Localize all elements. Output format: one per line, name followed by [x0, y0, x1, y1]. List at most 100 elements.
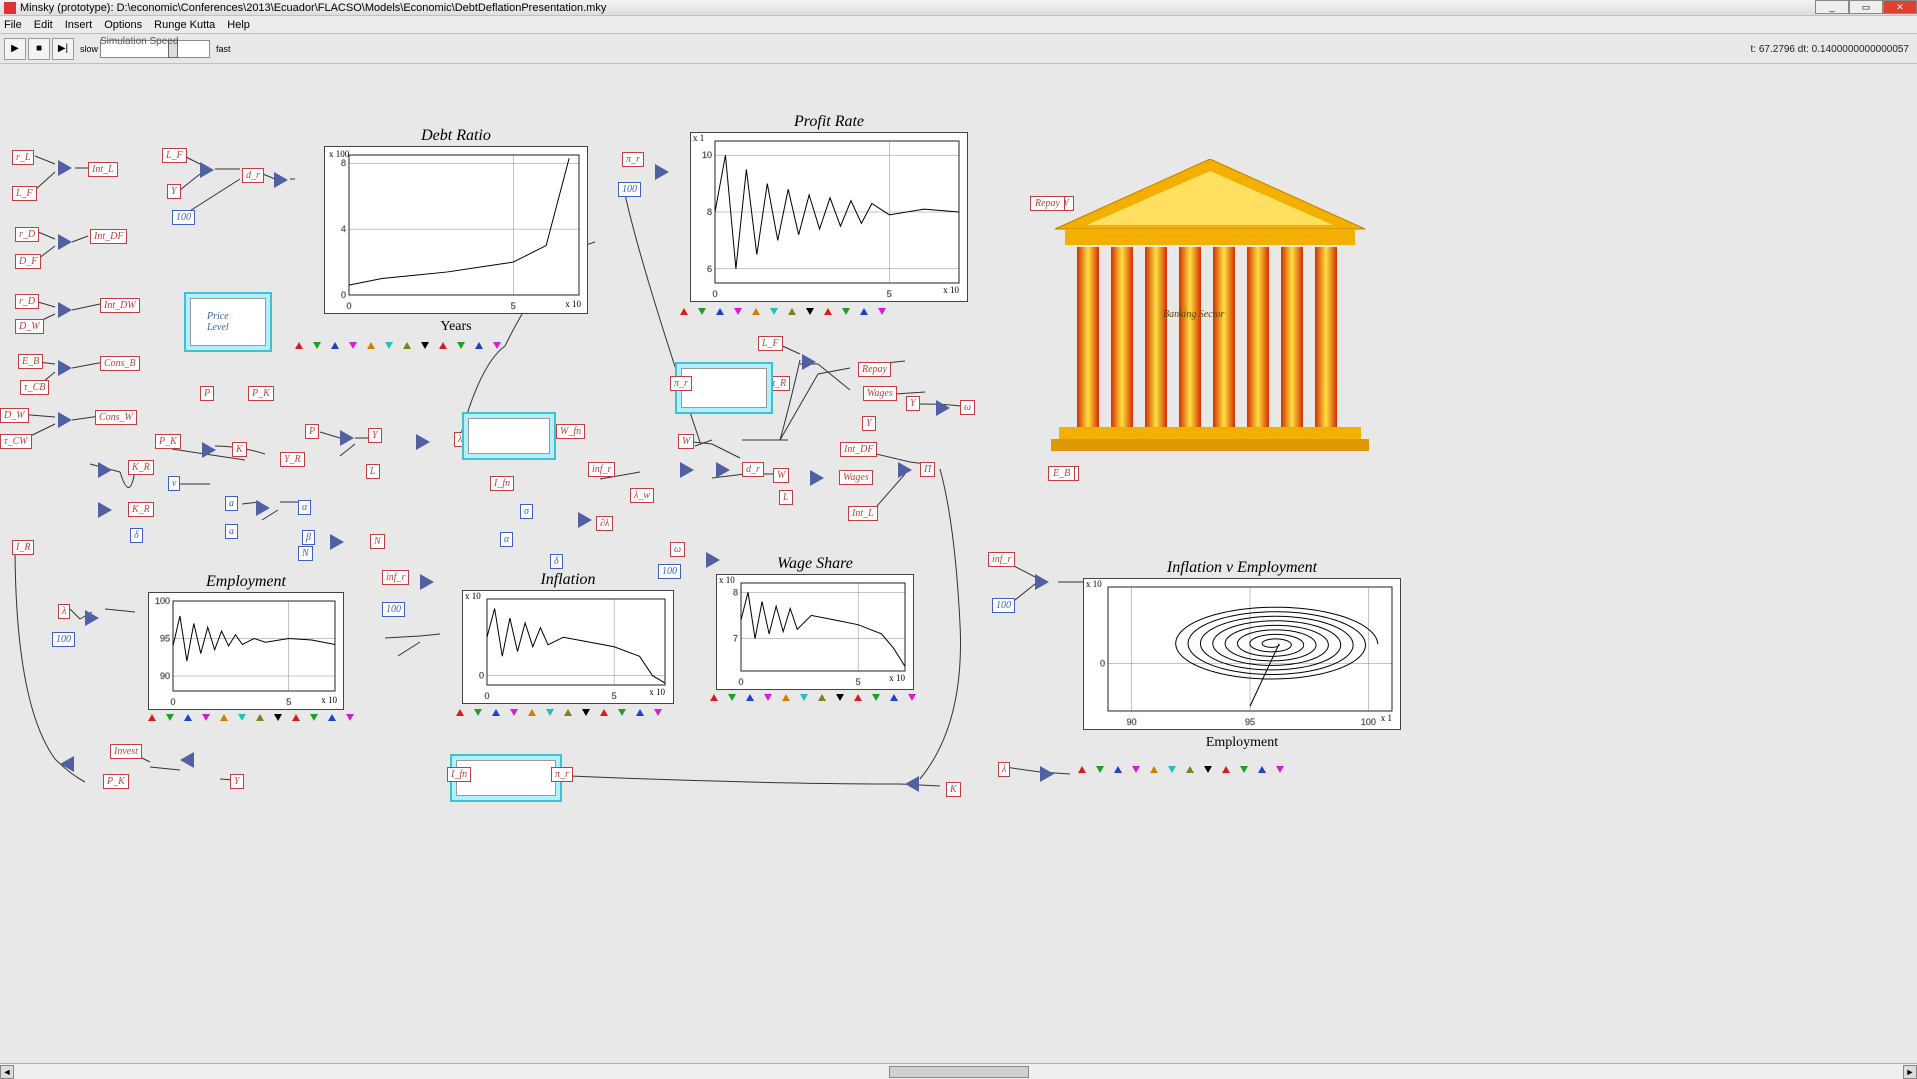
- var-DW[interactable]: D_W: [15, 319, 44, 334]
- var-Y4[interactable]: Y: [230, 774, 244, 789]
- var-IR[interactable]: I_R: [12, 540, 34, 555]
- var-Y3b[interactable]: Y: [906, 396, 920, 411]
- scroll-left-icon[interactable]: ◄: [0, 1065, 14, 1079]
- var-dr2[interactable]: d_r: [742, 462, 764, 477]
- const-100f[interactable]: 100: [52, 632, 75, 647]
- var-LF3[interactable]: L_F: [758, 336, 783, 351]
- plot-markers[interactable]: [295, 342, 595, 349]
- op[interactable]: [578, 512, 592, 528]
- var-infr2[interactable]: inf_r: [382, 570, 409, 585]
- scroll-right-icon[interactable]: ►: [1903, 1065, 1917, 1079]
- op[interactable]: [256, 500, 270, 516]
- const-a2[interactable]: a: [225, 524, 238, 539]
- plot-markers[interactable]: [680, 308, 980, 315]
- op[interactable]: [274, 172, 288, 188]
- op[interactable]: [58, 234, 72, 250]
- var-Invest[interactable]: Invest: [110, 744, 142, 759]
- plot-profit-rate[interactable]: Profit Rate 056810 x 1 x 10: [690, 132, 968, 302]
- var-IntL[interactable]: Int_L: [88, 162, 118, 177]
- var-pir-plot[interactable]: π_r: [622, 152, 644, 167]
- var-Y[interactable]: Y: [167, 184, 181, 199]
- var-IntDW[interactable]: Int_DW: [100, 298, 140, 313]
- op[interactable]: [85, 610, 99, 626]
- var-P2[interactable]: P: [305, 424, 319, 439]
- plot-markers[interactable]: [1078, 766, 1408, 773]
- var-ConsB[interactable]: Cons_B: [100, 356, 140, 371]
- var-Y2[interactable]: Y: [368, 428, 382, 443]
- const-100b[interactable]: 100: [618, 182, 641, 197]
- var-P[interactable]: P: [200, 386, 214, 401]
- plot-markers[interactable]: [456, 709, 686, 716]
- op[interactable]: [716, 462, 730, 478]
- var-Wfn[interactable]: W_fn: [556, 424, 585, 439]
- var-Repay[interactable]: Repay: [858, 362, 891, 377]
- const-100a[interactable]: 100: [172, 210, 195, 225]
- op[interactable]: [420, 574, 434, 590]
- plot-inflation[interactable]: Inflation 050 x 10 x 10: [462, 590, 674, 704]
- op[interactable]: [330, 534, 344, 550]
- var-ifn2[interactable]: I_fn: [447, 767, 471, 782]
- close-button[interactable]: ✕: [1883, 0, 1917, 14]
- menu-help[interactable]: Help: [227, 19, 250, 31]
- minimize-button[interactable]: _: [1815, 0, 1849, 14]
- var-PK[interactable]: P_K: [248, 386, 274, 401]
- var-KR[interactable]: K_R: [128, 460, 154, 475]
- scroll-thumb[interactable]: [889, 1066, 1029, 1078]
- op[interactable]: [936, 400, 950, 416]
- var-rL[interactable]: r_L: [12, 150, 34, 165]
- var-KR2[interactable]: K_R: [128, 502, 154, 517]
- var-L[interactable]: L: [366, 464, 380, 479]
- var-Ifn[interactable]: I_fn: [490, 476, 514, 491]
- var-L2[interactable]: L: [779, 490, 793, 505]
- var-Kc[interactable]: K: [946, 782, 961, 797]
- group-price-level[interactable]: Price Level: [184, 292, 272, 352]
- var-lambda3[interactable]: λ: [998, 762, 1010, 777]
- var-omega[interactable]: ω: [960, 400, 975, 415]
- const-beta[interactable]: β: [302, 530, 315, 545]
- op[interactable]: [58, 302, 72, 318]
- var-Wages2[interactable]: Wages: [863, 386, 897, 401]
- var-dlam[interactable]: ∂λ: [596, 516, 613, 531]
- stop-button[interactable]: ■: [28, 38, 50, 60]
- const-N[interactable]: N: [298, 546, 313, 561]
- var-Pi[interactable]: Π: [920, 462, 935, 477]
- menu-edit[interactable]: Edit: [34, 19, 53, 31]
- maximize-button[interactable]: ▭: [1849, 0, 1883, 14]
- op[interactable]: [202, 442, 216, 458]
- const-alpha2[interactable]: α: [500, 532, 513, 547]
- var-Wages[interactable]: Wages: [839, 470, 873, 485]
- op[interactable]: [200, 162, 214, 178]
- var-dr[interactable]: d_r: [242, 168, 264, 183]
- var-rD[interactable]: r_D: [15, 227, 39, 242]
- var-K[interactable]: K: [232, 442, 247, 457]
- step-button[interactable]: ▶|: [52, 38, 74, 60]
- var-rD2[interactable]: r_D: [15, 294, 39, 309]
- op[interactable]: [58, 160, 72, 176]
- op[interactable]: [340, 430, 354, 446]
- var-LF[interactable]: L_F: [12, 186, 37, 201]
- op[interactable]: [905, 776, 919, 792]
- menu-insert[interactable]: Insert: [65, 19, 93, 31]
- plot-markers[interactable]: [710, 694, 930, 701]
- op[interactable]: [58, 412, 72, 428]
- const-100c[interactable]: 100: [382, 602, 405, 617]
- var-tCB[interactable]: τ_CB: [20, 380, 49, 395]
- plot-employment[interactable]: Employment 059095100 x 10: [148, 592, 344, 710]
- const-delta[interactable]: δ: [130, 528, 143, 543]
- menu-runge-kutta[interactable]: Runge Kutta: [154, 19, 215, 31]
- const-sigma[interactable]: σ: [520, 504, 533, 519]
- var-IntDF[interactable]: Int_DF: [90, 229, 127, 244]
- op[interactable]: [416, 434, 430, 450]
- var-lambdaw[interactable]: λ_w: [630, 488, 654, 503]
- var-W2[interactable]: W: [773, 468, 789, 483]
- plot-debt-ratio[interactable]: Debt Ratio Years 05048 x 100 x 10: [324, 146, 588, 314]
- play-button[interactable]: ▶: [4, 38, 26, 60]
- var-tCW[interactable]: τ_CW: [0, 434, 32, 449]
- group-wfn[interactable]: [462, 412, 556, 460]
- hscroll[interactable]: ◄ ►: [0, 1063, 1917, 1079]
- var-LF2[interactable]: L_F: [162, 148, 187, 163]
- op[interactable]: [58, 360, 72, 376]
- var-ConsW[interactable]: Cons_W: [95, 410, 137, 425]
- const-v[interactable]: v: [168, 476, 180, 491]
- plot-wage-share[interactable]: Wage Share 0578 x 10 x 10: [716, 574, 914, 690]
